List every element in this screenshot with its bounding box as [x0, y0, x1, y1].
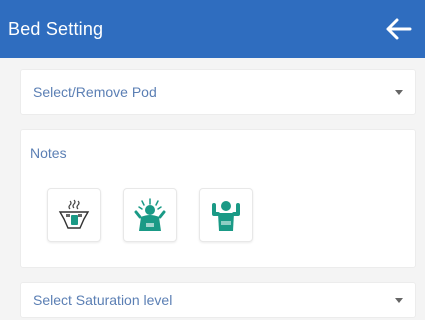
- note-patient-strong-button[interactable]: [199, 188, 253, 242]
- saturation-select-label: Select Saturation level: [33, 292, 173, 308]
- caret-down-icon: [395, 297, 403, 303]
- saturation-select[interactable]: Select Saturation level: [20, 282, 416, 318]
- bed-pan-icon: [58, 199, 90, 229]
- arrow-left-icon[interactable]: [383, 14, 413, 44]
- pod-select-label: Select/Remove Pod: [33, 84, 157, 100]
- notes-card: Notes: [20, 129, 416, 268]
- app-bar: Bed Setting: [0, 0, 425, 58]
- page-title: Bed Setting: [8, 18, 104, 39]
- notes-title: Notes: [30, 145, 67, 161]
- caret-down-icon: [395, 89, 403, 95]
- patient-hot-icon: [134, 198, 166, 231]
- note-bed-pan-button[interactable]: [47, 188, 101, 242]
- pod-select[interactable]: Select/Remove Pod: [20, 69, 416, 115]
- note-patient-hot-button[interactable]: [123, 188, 177, 242]
- patient-strong-icon: [212, 201, 240, 231]
